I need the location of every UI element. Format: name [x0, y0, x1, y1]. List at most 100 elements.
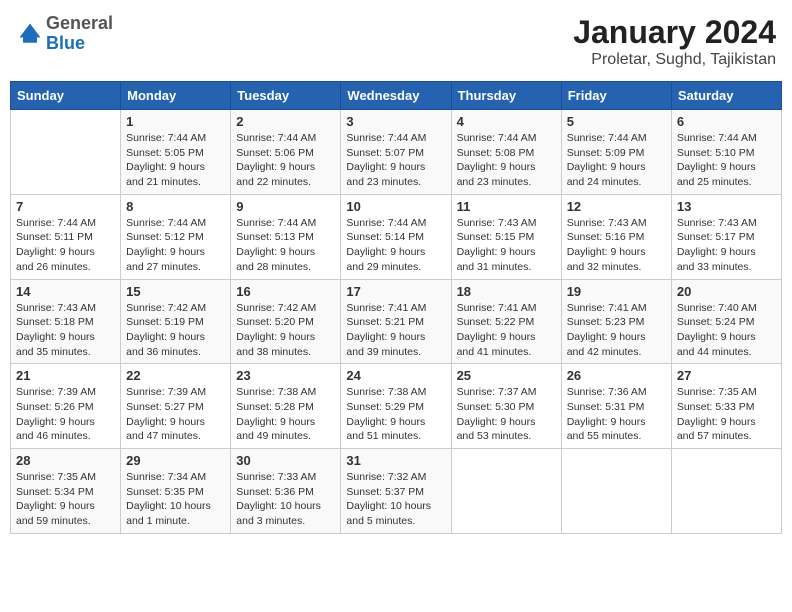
day-info: Sunrise: 7:33 AM Sunset: 5:36 PM Dayligh… [236, 470, 335, 529]
calendar-subtitle: Proletar, Sughd, Tajikistan [573, 51, 776, 69]
day-number: 30 [236, 453, 335, 468]
day-number: 16 [236, 284, 335, 299]
calendar-day-cell: 25Sunrise: 7:37 AM Sunset: 5:30 PM Dayli… [451, 364, 561, 449]
day-of-week-header: Wednesday [341, 82, 451, 110]
calendar-day-cell: 27 Sunrise: 7:35 AM Sunset: 5:33 PM Dayli… [671, 364, 781, 449]
day-number: 4 [457, 114, 556, 129]
day-number: 27 [677, 368, 776, 383]
day-info: Sunrise: 7:36 AM Sunset: 5:31 PM Dayligh… [567, 385, 666, 444]
day-info: Sunrise: 7:34 AM Sunset: 5:35 PM Dayligh… [126, 470, 225, 529]
day-number: 5 [567, 114, 666, 129]
day-number: 22 [126, 368, 225, 383]
day-number: 23 [236, 368, 335, 383]
calendar-week-row: 7 Sunrise: 7:44 AM Sunset: 5:11 PM Daylig… [11, 194, 782, 279]
calendar-day-cell: 14Sunrise: 7:43 AM Sunset: 5:18 PM Dayli… [11, 279, 121, 364]
calendar-day-cell: 30 Sunrise: 7:33 AM Sunset: 5:36 PM Dayli… [231, 449, 341, 534]
day-of-week-header: Sunday [11, 82, 121, 110]
day-number: 25 [457, 368, 556, 383]
calendar-day-cell: 16 Sunrise: 7:42 AM Sunset: 5:20 PM Dayli… [231, 279, 341, 364]
day-info: Sunrise: 7:40 AM Sunset: 5:24 PM Dayligh… [677, 301, 776, 360]
day-info: Sunrise: 7:43 AM Sunset: 5:16 PM Dayligh… [567, 216, 666, 275]
day-number: 26 [567, 368, 666, 383]
day-number: 28 [16, 453, 115, 468]
day-info: Sunrise: 7:42 AM Sunset: 5:20 PM Dayligh… [236, 301, 335, 360]
day-info: Sunrise: 7:32 AM Sunset: 5:37 PM Dayligh… [346, 470, 445, 529]
day-info: Sunrise: 7:44 AM Sunset: 5:09 PM Dayligh… [567, 131, 666, 190]
calendar-day-cell: 19 Sunrise: 7:41 AM Sunset: 5:23 PM Dayli… [561, 279, 671, 364]
calendar-day-cell: 13 Sunrise: 7:43 AM Sunset: 5:17 PM Dayli… [671, 194, 781, 279]
day-number: 11 [457, 199, 556, 214]
day-info: Sunrise: 7:44 AM Sunset: 5:12 PM Dayligh… [126, 216, 225, 275]
day-number: 12 [567, 199, 666, 214]
day-number: 17 [346, 284, 445, 299]
calendar-day-cell: 31 Sunrise: 7:32 AM Sunset: 5:37 PM Dayli… [341, 449, 451, 534]
calendar-week-row: 21 Sunrise: 7:39 AM Sunset: 5:26 PM Dayli… [11, 364, 782, 449]
day-number: 19 [567, 284, 666, 299]
calendar-day-cell: 29 Sunrise: 7:34 AM Sunset: 5:35 PM Dayli… [121, 449, 231, 534]
day-info: Sunrise: 7:44 AM Sunset: 5:08 PM Dayligh… [457, 131, 556, 190]
day-info: Sunrise: 7:41 AM Sunset: 5:23 PM Dayligh… [567, 301, 666, 360]
day-info: Sunrise: 7:35 AM Sunset: 5:33 PM Dayligh… [677, 385, 776, 444]
day-number: 21 [16, 368, 115, 383]
calendar-day-cell [11, 110, 121, 195]
calendar-header-row: SundayMondayTuesdayWednesdayThursdayFrid… [11, 82, 782, 110]
calendar-day-cell: 2 Sunrise: 7:44 AM Sunset: 5:06 PM Daylig… [231, 110, 341, 195]
day-info: Sunrise: 7:39 AM Sunset: 5:26 PM Dayligh… [16, 385, 115, 444]
day-number: 13 [677, 199, 776, 214]
calendar-day-cell: 15Sunrise: 7:42 AM Sunset: 5:19 PM Dayli… [121, 279, 231, 364]
day-info: Sunrise: 7:35 AM Sunset: 5:34 PM Dayligh… [16, 470, 115, 529]
day-info: Sunrise: 7:41 AM Sunset: 5:21 PM Dayligh… [346, 301, 445, 360]
day-info: Sunrise: 7:44 AM Sunset: 5:05 PM Dayligh… [126, 131, 225, 190]
calendar-day-cell: 26 Sunrise: 7:36 AM Sunset: 5:31 PM Dayli… [561, 364, 671, 449]
calendar-day-cell: 6 Sunrise: 7:44 AM Sunset: 5:10 PM Daylig… [671, 110, 781, 195]
day-of-week-header: Monday [121, 82, 231, 110]
day-info: Sunrise: 7:43 AM Sunset: 5:15 PM Dayligh… [457, 216, 556, 275]
day-number: 20 [677, 284, 776, 299]
day-info: Sunrise: 7:38 AM Sunset: 5:28 PM Dayligh… [236, 385, 335, 444]
logo: General Blue [16, 14, 113, 54]
day-number: 18 [457, 284, 556, 299]
day-number: 6 [677, 114, 776, 129]
day-number: 1 [126, 114, 225, 129]
calendar-day-cell: 11 Sunrise: 7:43 AM Sunset: 5:15 PM Dayli… [451, 194, 561, 279]
calendar-day-cell: 20 Sunrise: 7:40 AM Sunset: 5:24 PM Dayli… [671, 279, 781, 364]
day-info: Sunrise: 7:44 AM Sunset: 5:14 PM Dayligh… [346, 216, 445, 275]
day-info: Sunrise: 7:44 AM Sunset: 5:10 PM Dayligh… [677, 131, 776, 190]
day-info: Sunrise: 7:44 AM Sunset: 5:06 PM Dayligh… [236, 131, 335, 190]
calendar-week-row: 1 Sunrise: 7:44 AM Sunset: 5:05 PM Daylig… [11, 110, 782, 195]
day-number: 29 [126, 453, 225, 468]
logo-icon [16, 20, 44, 48]
day-info: Sunrise: 7:39 AM Sunset: 5:27 PM Dayligh… [126, 385, 225, 444]
calendar-day-cell: 1 Sunrise: 7:44 AM Sunset: 5:05 PM Daylig… [121, 110, 231, 195]
calendar-day-cell [451, 449, 561, 534]
day-number: 9 [236, 199, 335, 214]
day-number: 2 [236, 114, 335, 129]
day-info: Sunrise: 7:43 AM Sunset: 5:17 PM Dayligh… [677, 216, 776, 275]
calendar-day-cell: 12 Sunrise: 7:43 AM Sunset: 5:16 PM Dayli… [561, 194, 671, 279]
day-of-week-header: Friday [561, 82, 671, 110]
calendar-day-cell: 21 Sunrise: 7:39 AM Sunset: 5:26 PM Dayli… [11, 364, 121, 449]
day-number: 7 [16, 199, 115, 214]
calendar-week-row: 14Sunrise: 7:43 AM Sunset: 5:18 PM Dayli… [11, 279, 782, 364]
day-of-week-header: Tuesday [231, 82, 341, 110]
calendar-day-cell: 23 Sunrise: 7:38 AM Sunset: 5:28 PM Dayli… [231, 364, 341, 449]
day-number: 24 [346, 368, 445, 383]
day-number: 15 [126, 284, 225, 299]
day-info: Sunrise: 7:44 AM Sunset: 5:13 PM Dayligh… [236, 216, 335, 275]
day-info: Sunrise: 7:43 AM Sunset: 5:18 PM Dayligh… [16, 301, 115, 360]
calendar-day-cell: 7 Sunrise: 7:44 AM Sunset: 5:11 PM Daylig… [11, 194, 121, 279]
calendar-week-row: 28 Sunrise: 7:35 AM Sunset: 5:34 PM Dayli… [11, 449, 782, 534]
page-header: General Blue January 2024 Proletar, Sugh… [10, 10, 782, 73]
calendar-day-cell: 4 Sunrise: 7:44 AM Sunset: 5:08 PM Daylig… [451, 110, 561, 195]
day-info: Sunrise: 7:44 AM Sunset: 5:07 PM Dayligh… [346, 131, 445, 190]
day-number: 8 [126, 199, 225, 214]
logo-blue-text: Blue [46, 33, 85, 53]
day-info: Sunrise: 7:38 AM Sunset: 5:29 PM Dayligh… [346, 385, 445, 444]
day-number: 10 [346, 199, 445, 214]
calendar-day-cell: 17 Sunrise: 7:41 AM Sunset: 5:21 PM Dayli… [341, 279, 451, 364]
day-info: Sunrise: 7:41 AM Sunset: 5:22 PM Dayligh… [457, 301, 556, 360]
day-number: 31 [346, 453, 445, 468]
day-info: Sunrise: 7:44 AM Sunset: 5:11 PM Dayligh… [16, 216, 115, 275]
day-of-week-header: Saturday [671, 82, 781, 110]
day-number: 3 [346, 114, 445, 129]
